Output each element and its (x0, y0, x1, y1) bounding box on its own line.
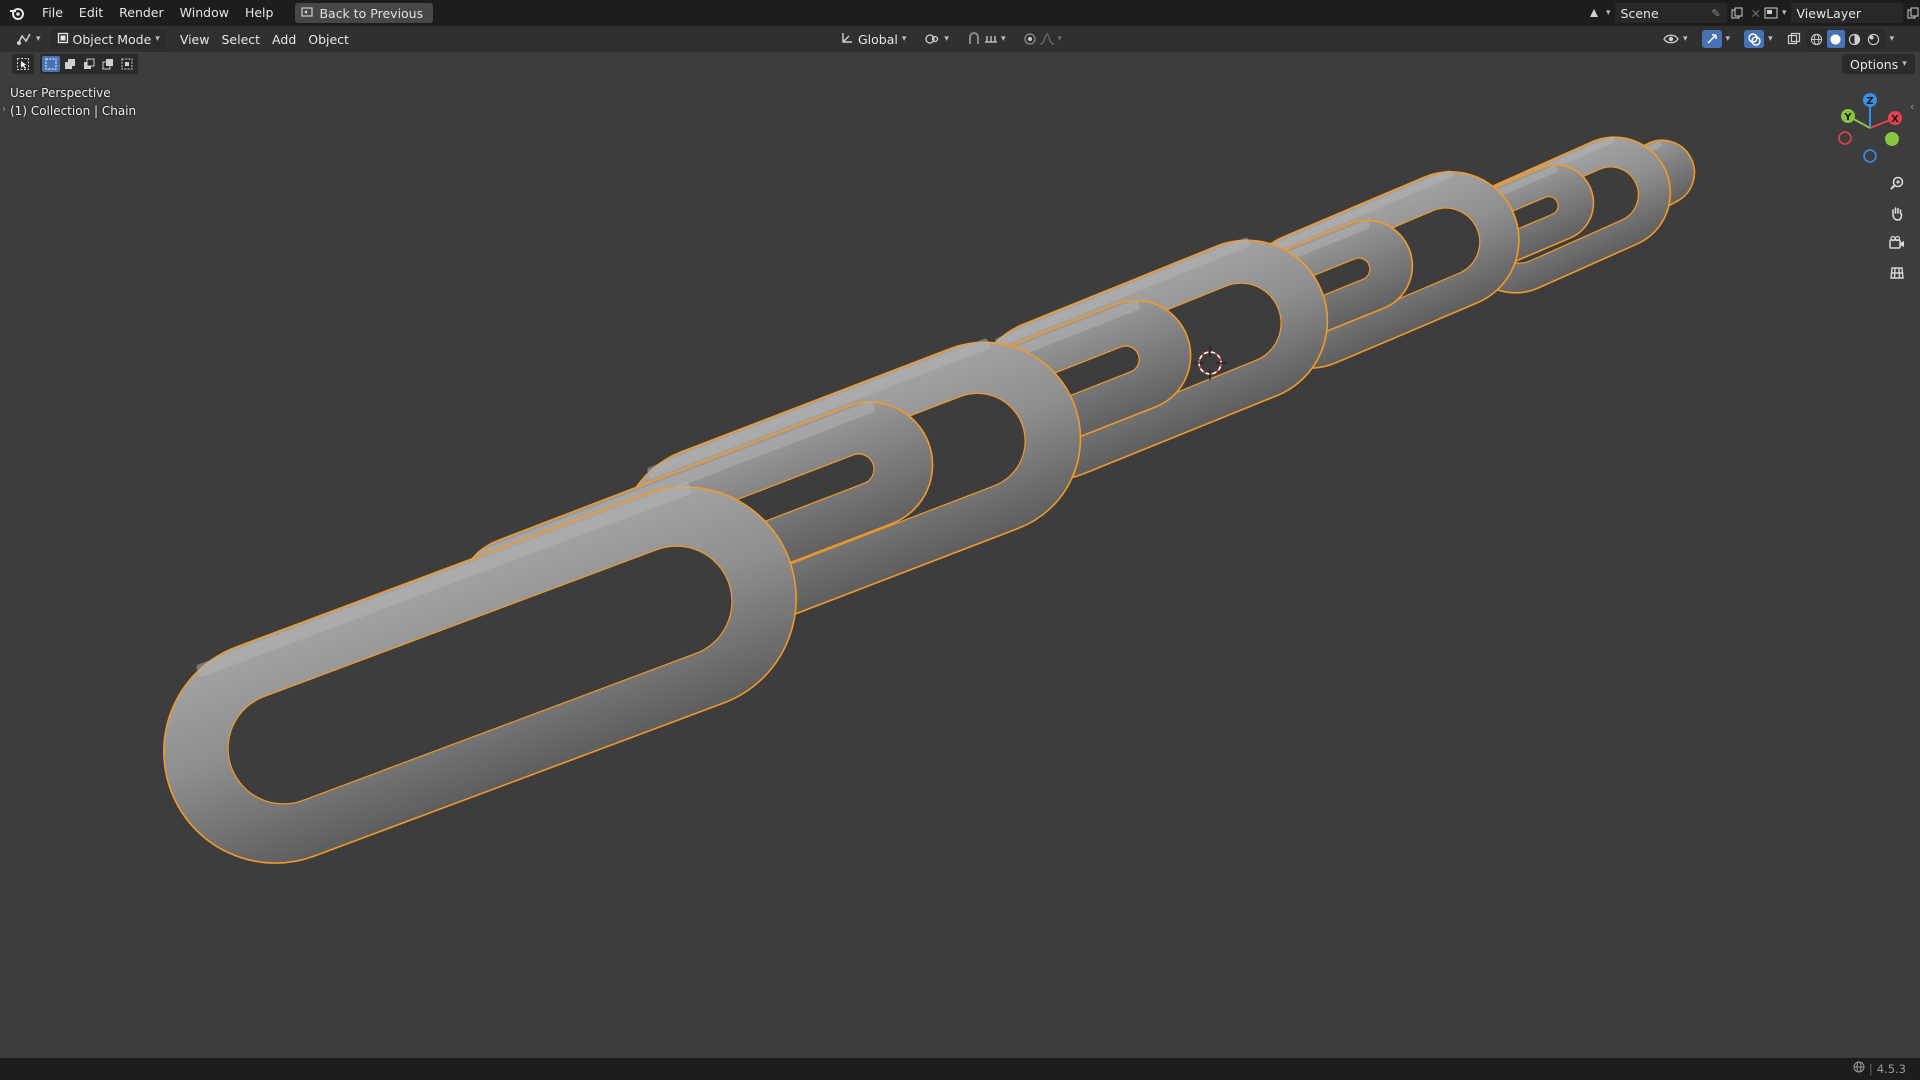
gizmo-z-label: Z (1866, 96, 1873, 107)
scene-name-field[interactable]: Scene ✎ (1614, 3, 1727, 23)
shading-material-icon[interactable] (1846, 30, 1864, 48)
viewlayer-selector: ▾ ViewLayer ✕ (1760, 2, 1920, 24)
proportional-edit-icon[interactable]: ▾ (1017, 29, 1068, 49)
zoom-icon[interactable] (1884, 170, 1910, 196)
menu-object[interactable]: Object (302, 29, 355, 49)
chevron-down-icon: ▾ (155, 34, 160, 44)
viewlayer-name-field[interactable]: ViewLayer (1790, 3, 1903, 23)
status-bar: | 4.5.3 (0, 1058, 1920, 1080)
xray-icon[interactable] (1784, 29, 1804, 49)
menu-add[interactable]: Add (266, 29, 302, 49)
grid-icon[interactable] (1884, 260, 1910, 286)
gizmo-icon[interactable]: ▾ (1699, 29, 1734, 49)
header-right-tools: ▾ ▾ ▾ ▾ (1660, 29, 1894, 49)
menu-view[interactable]: View (174, 29, 216, 49)
visibility-icon[interactable]: ▾ (1660, 29, 1691, 49)
gizmo-y-label: Y (1843, 112, 1852, 123)
shading-solid-icon[interactable] (1826, 30, 1845, 48)
orientation-label: Global (858, 31, 898, 47)
menu-edit[interactable]: Edit (71, 2, 111, 24)
pan-hand-icon[interactable] (1884, 200, 1910, 226)
gizmo-x-label: X (1891, 114, 1899, 125)
back-label: Back to Previous (319, 5, 424, 21)
object-mode-icon (57, 32, 69, 47)
menu-select[interactable]: Select (215, 29, 266, 49)
scene-selector: ▾ Scene ✎ ✕ (1584, 2, 1765, 24)
viewlayer-name: ViewLayer (1796, 5, 1862, 21)
editor-type-icon[interactable]: ▾ (10, 29, 47, 49)
new-scene-icon[interactable] (1727, 3, 1747, 23)
transform-orientation-dropdown[interactable]: Global ▾ (834, 29, 912, 49)
chevron-down-icon: ▾ (901, 34, 907, 44)
header-center-tools: Global ▾ ▾ ▾ ▾ (834, 29, 1068, 49)
viewlayer-type-icon[interactable]: ▾ (1760, 3, 1791, 23)
shading-wireframe-icon[interactable] (1808, 30, 1826, 48)
top-bar: File Edit Render Window Help Back to Pre… (0, 0, 1920, 26)
version-info: | 4.5.3 (1853, 1061, 1906, 1076)
overlay-icon[interactable]: ▾ (1741, 29, 1776, 49)
chain-mesh[interactable] (132, 119, 1706, 895)
network-icon (1853, 1061, 1865, 1076)
shading-mode-group (1805, 29, 1885, 49)
menu-help[interactable]: Help (237, 2, 282, 24)
viewport-header: ▾ Object Mode ▾ View Select Add Object G… (0, 26, 1920, 52)
menu-render[interactable]: Render (111, 2, 172, 24)
camera-icon[interactable] (1884, 230, 1910, 256)
mode-dropdown[interactable]: Object Mode ▾ (50, 29, 166, 49)
version-label: 4.5.3 (1876, 1061, 1906, 1076)
shading-dropdown-chevron[interactable]: ▾ (1890, 34, 1895, 44)
viewport-canvas[interactable] (0, 52, 1920, 1058)
blender-logo-icon[interactable] (6, 2, 28, 24)
back-icon (301, 6, 314, 21)
shading-rendered-icon[interactable] (1865, 30, 1883, 48)
pin-icon[interactable]: ✎ (1711, 7, 1720, 20)
mode-label: Object Mode (72, 31, 152, 47)
menu-file[interactable]: File (34, 2, 71, 24)
chain-link[interactable] (132, 455, 828, 895)
transform-orientation-icon (840, 31, 854, 48)
back-to-previous-button[interactable]: Back to Previous (295, 3, 434, 23)
pivot-icon[interactable]: ▾ (918, 29, 955, 49)
menu-window[interactable]: Window (172, 2, 237, 24)
new-viewlayer-icon[interactable] (1903, 3, 1920, 23)
scene-name: Scene (1620, 5, 1659, 21)
navigation-gizmo[interactable]: Z X Y (1830, 88, 1910, 168)
scene-type-icon[interactable]: ▾ (1584, 3, 1615, 23)
snap-icon[interactable]: ▾ (961, 29, 1012, 49)
